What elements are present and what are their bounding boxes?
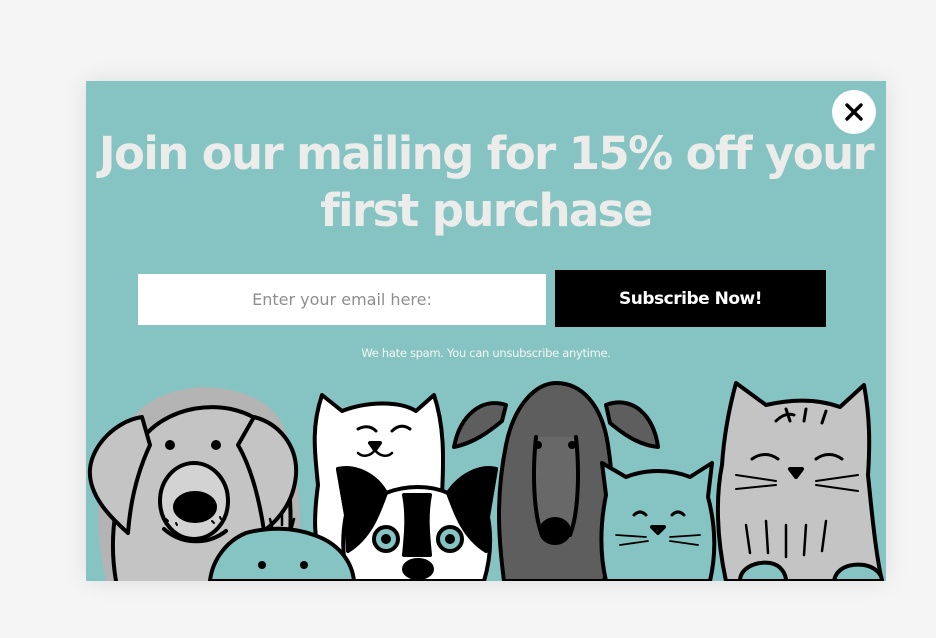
headline: Join our mailing for 15% off your first … <box>98 127 875 237</box>
boston-terrier-illustration <box>336 466 498 581</box>
newsletter-popup: Join our mailing for 15% off your first … <box>86 81 886 581</box>
subscribe-button[interactable]: Subscribe Now! <box>555 270 826 327</box>
email-input[interactable] <box>138 274 546 325</box>
pets-illustration <box>87 381 884 581</box>
tabby-cat-illustration <box>715 381 884 581</box>
kitten-illustration <box>599 461 717 581</box>
close-button[interactable] <box>832 90 876 134</box>
spam-note: We hate spam. You can unsubscribe anytim… <box>361 346 611 360</box>
close-icon <box>845 103 863 121</box>
